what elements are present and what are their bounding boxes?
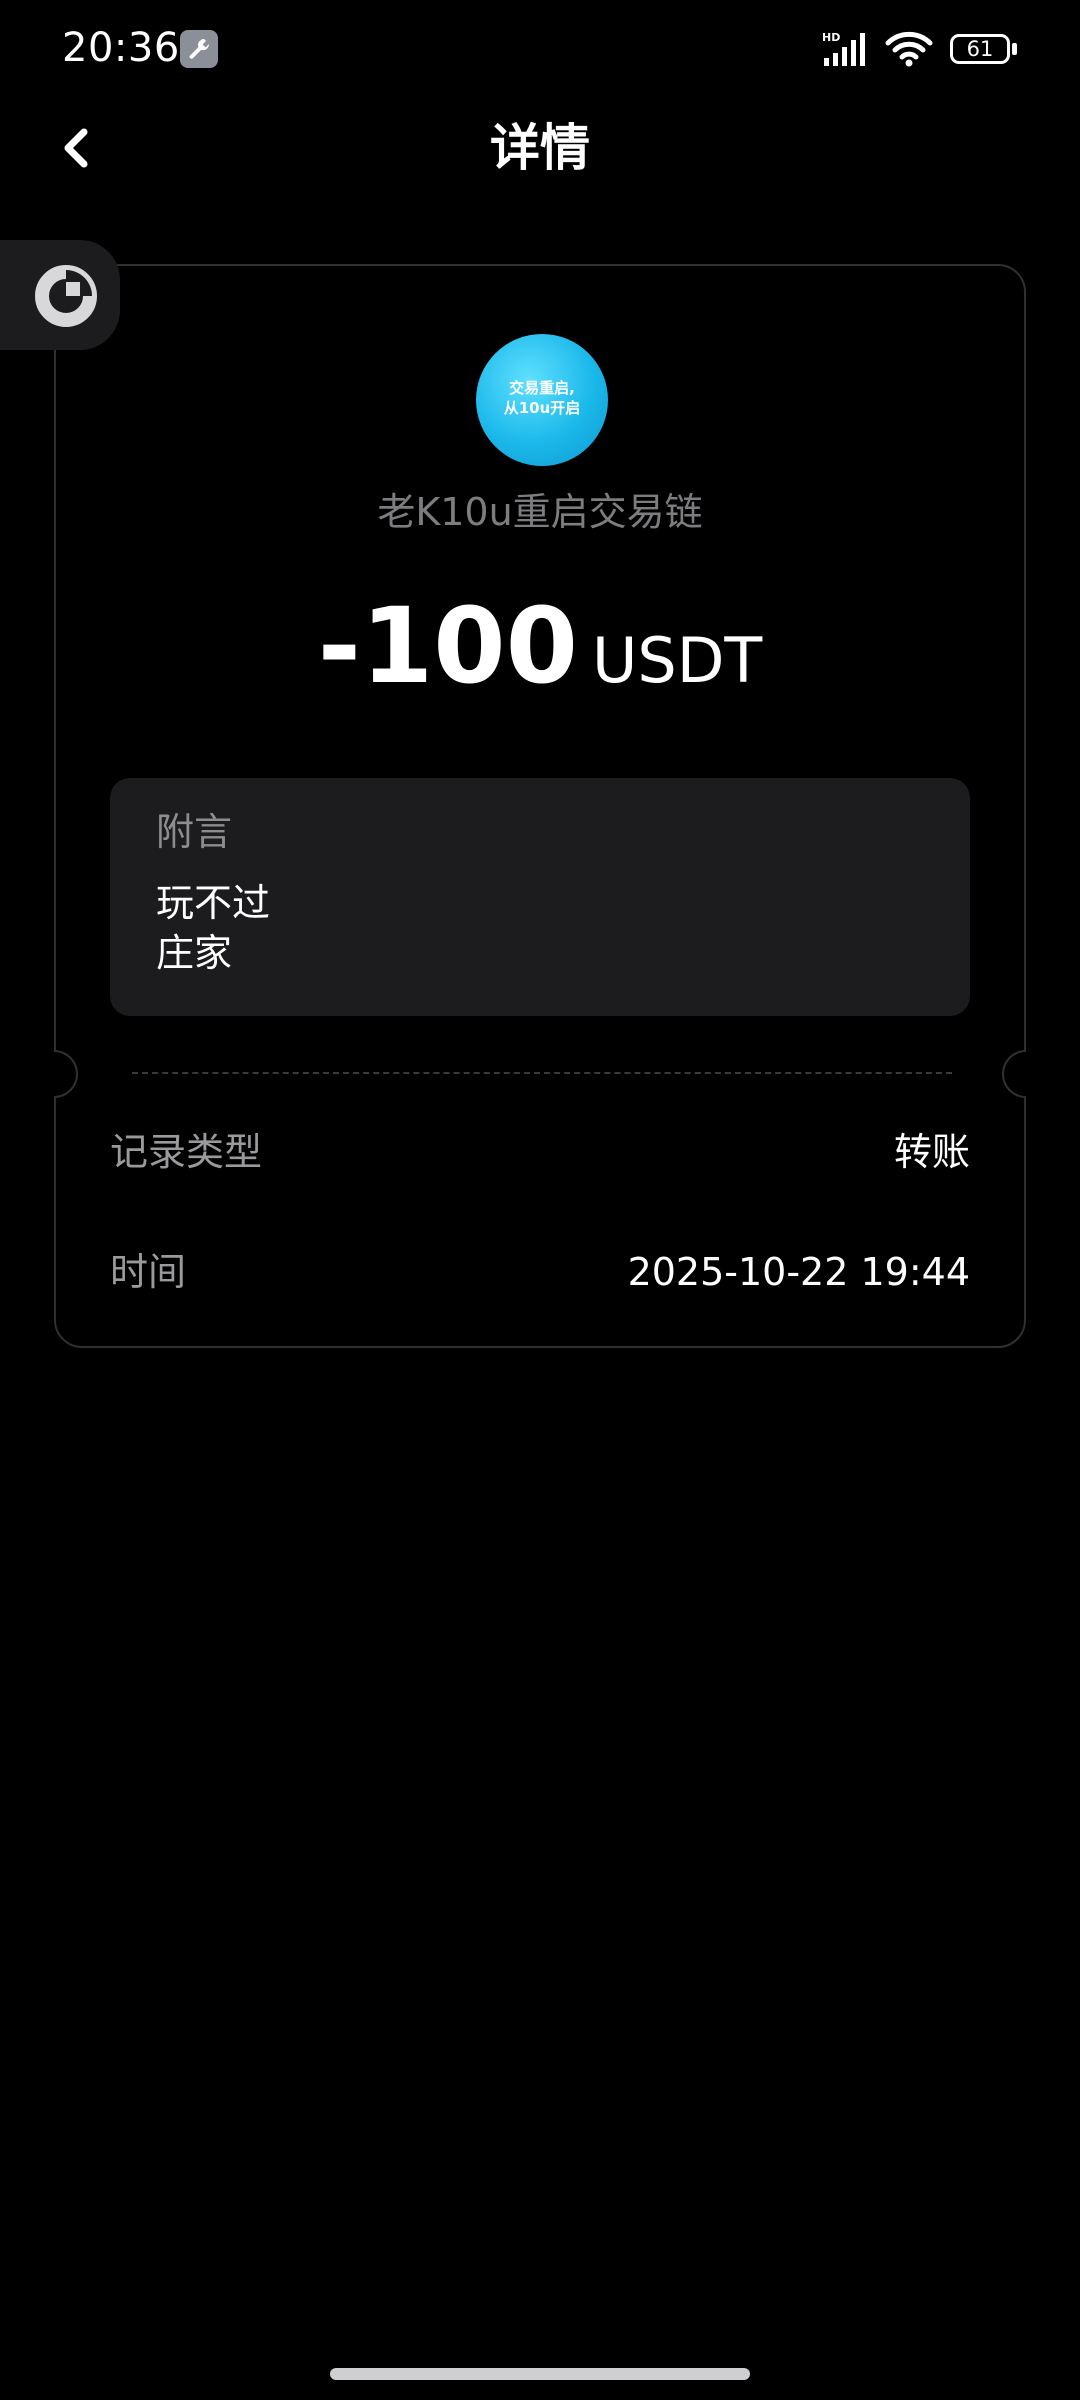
- circular-progress-icon: [35, 265, 97, 327]
- note-text: 玩不过 庄家: [156, 881, 271, 975]
- battery-cap: [1012, 43, 1017, 55]
- battery-icon: 61: [950, 34, 1010, 64]
- transaction-detail-card: 交易重启, 从10u开启 老K10u重启交易链 -100 USDT 附言 玩不过 …: [54, 264, 1026, 1348]
- signal-icon: HD: [822, 30, 878, 72]
- battery-level: 61: [966, 37, 994, 61]
- floating-assistant-button[interactable]: [0, 240, 120, 350]
- status-bar: 20:36 HD 61: [0, 0, 1080, 100]
- home-gesture-bar[interactable]: [330, 2368, 750, 2380]
- note-box: 附言 玩不过 庄家: [110, 778, 970, 1016]
- page-title: 详情: [490, 119, 590, 177]
- amount-row: -100 USDT: [56, 586, 1024, 721]
- record-type-value: 转账: [893, 1130, 970, 1174]
- status-time: 20:36: [62, 25, 180, 71]
- network-label: HD: [822, 31, 840, 44]
- record-type-label: 记录类型: [110, 1130, 263, 1174]
- amount-value: -100: [317, 585, 578, 707]
- account-name: 老K10u重启交易链: [377, 490, 703, 534]
- header: 详情: [0, 100, 1080, 200]
- wrench-icon: [180, 30, 218, 68]
- avatar-text: 交易重启, 从10u开启: [503, 379, 581, 417]
- ticket-notch-left: [54, 1050, 78, 1098]
- dashed-divider: [132, 1072, 952, 1074]
- time-row: 时间 2025-10-22 19:44: [110, 1242, 970, 1302]
- avatar: 交易重启, 从10u开启: [476, 334, 608, 466]
- time-label: 时间: [110, 1250, 187, 1294]
- wifi-icon: [884, 30, 934, 72]
- note-label: 附言: [156, 810, 233, 854]
- time-value: 2025-10-22 19:44: [627, 1250, 970, 1294]
- record-type-row: 记录类型 转账: [110, 1122, 970, 1182]
- currency-label: USDT: [591, 624, 763, 697]
- ticket-notch-right: [1002, 1050, 1026, 1098]
